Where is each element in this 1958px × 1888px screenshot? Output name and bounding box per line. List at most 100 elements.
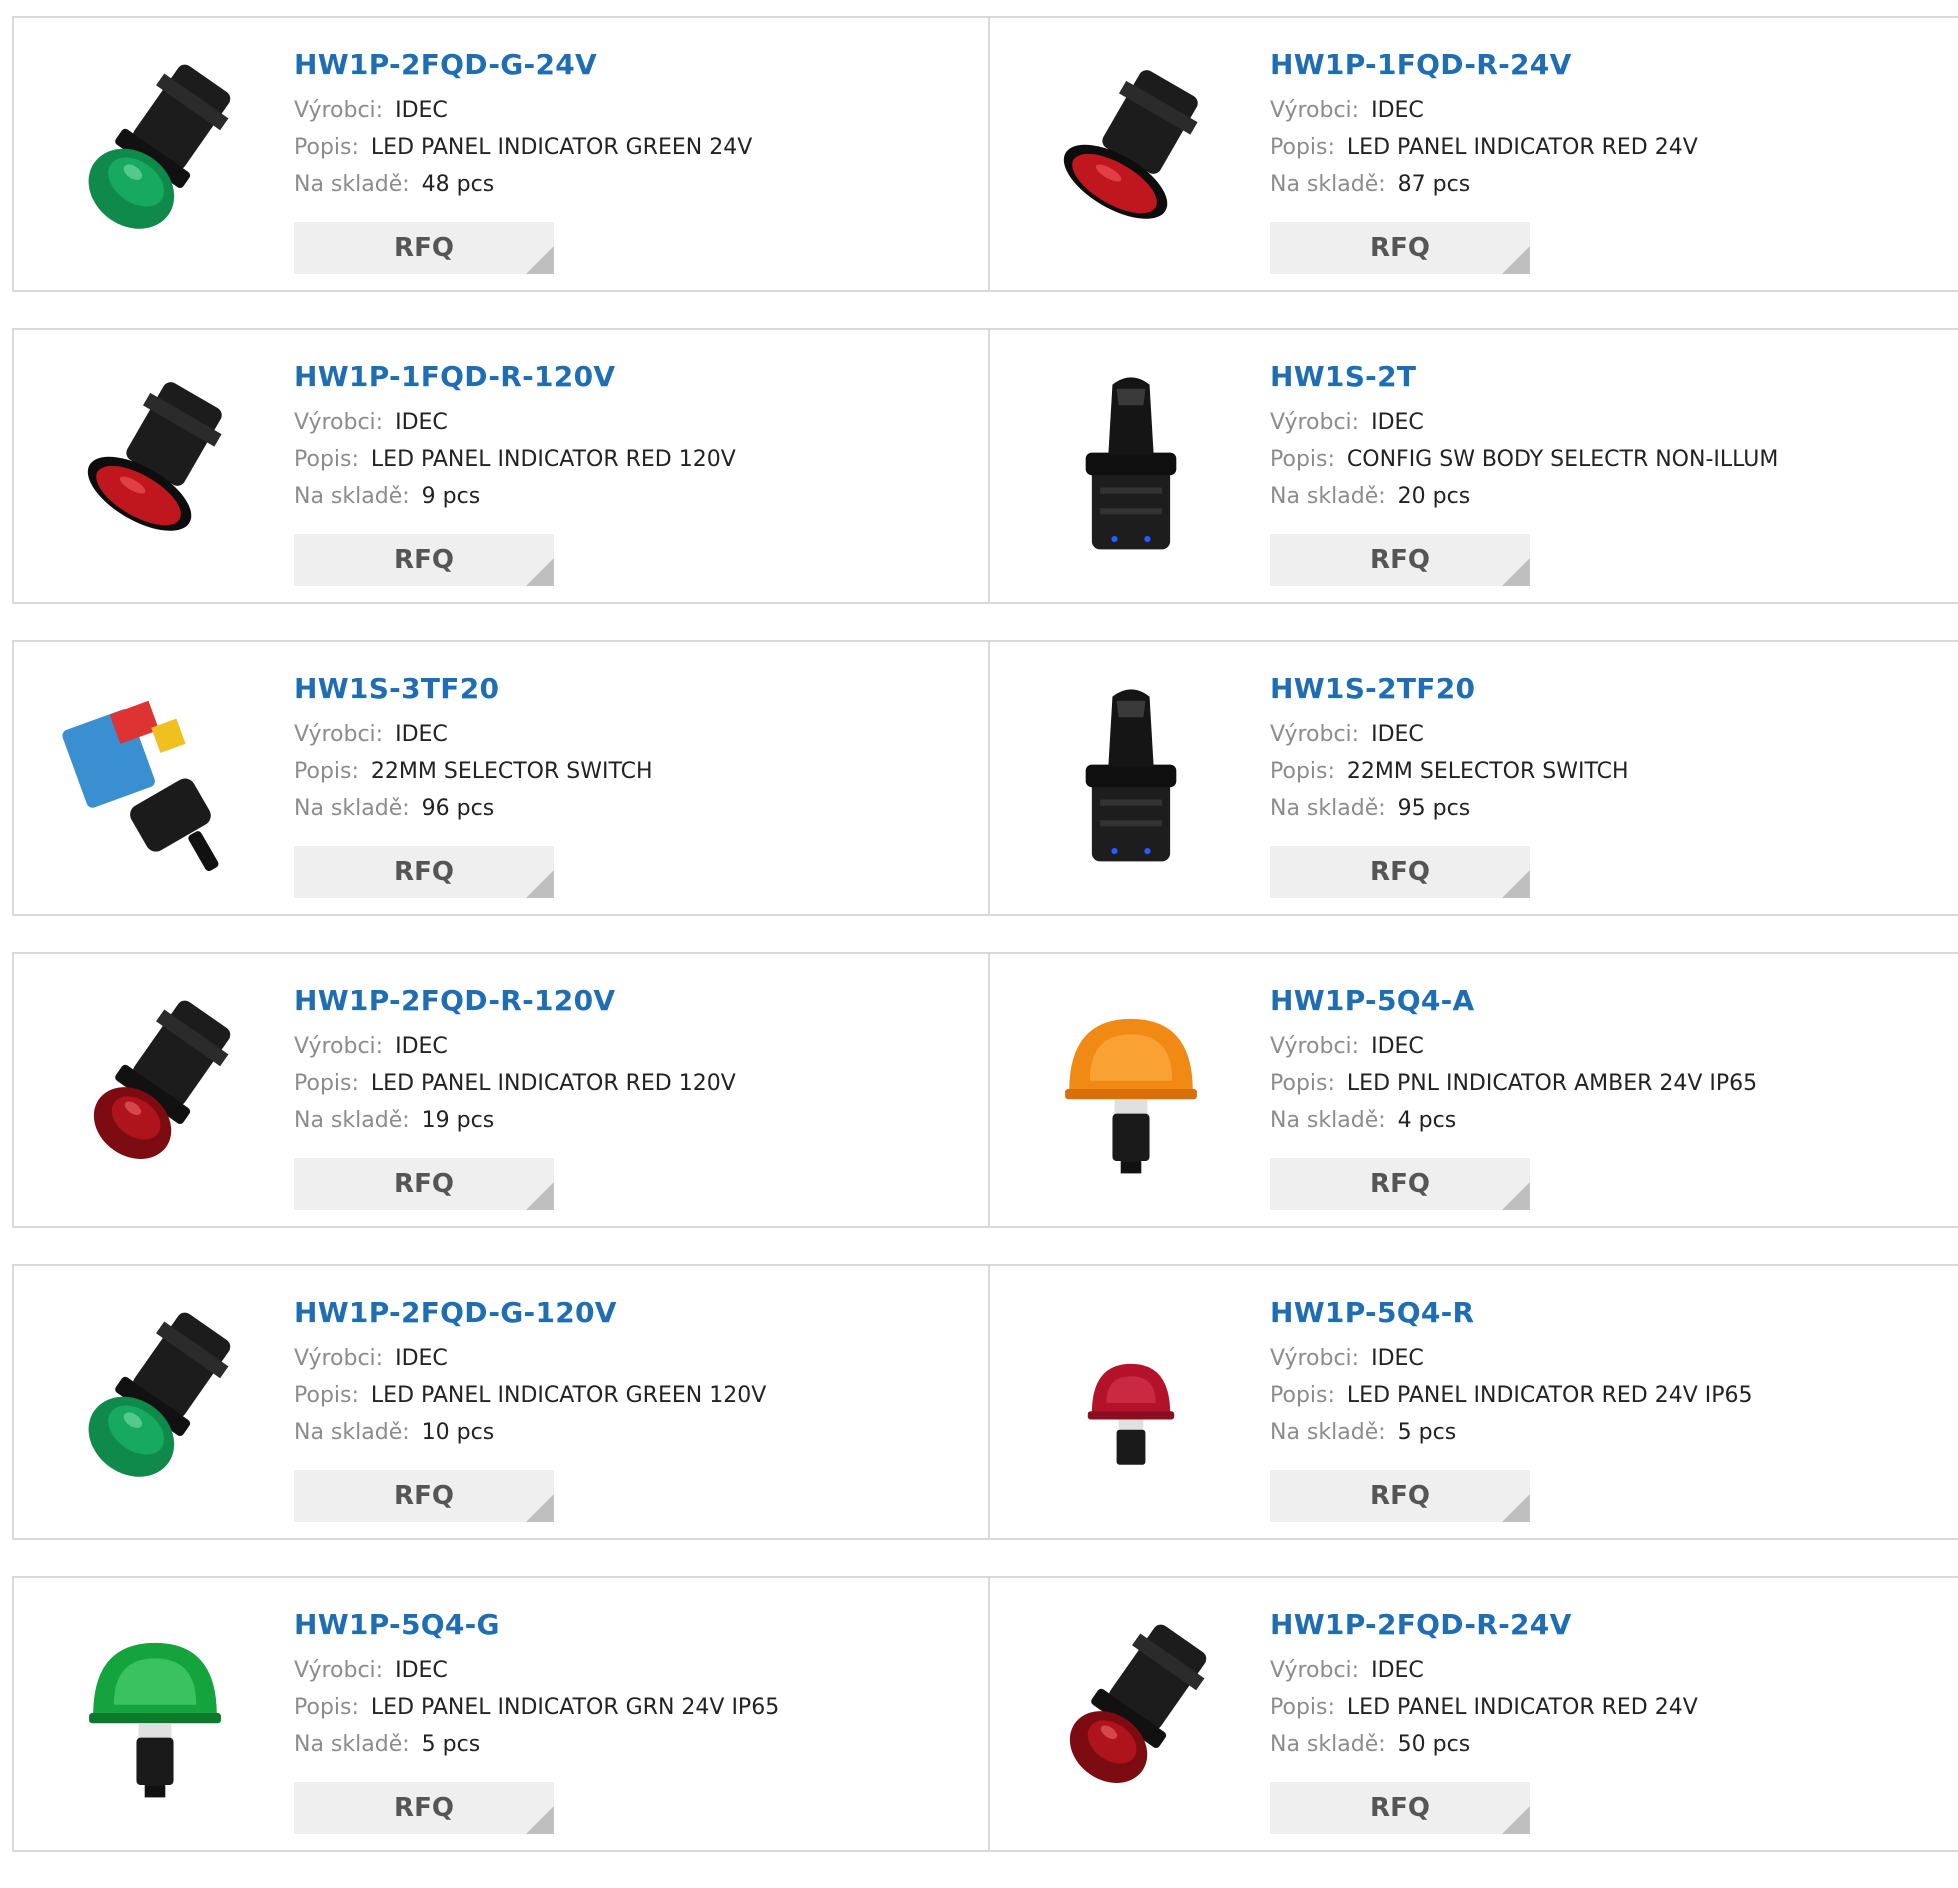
- description-line: Popis: 22MM SELECTOR SWITCH: [1270, 753, 1938, 790]
- product-title-link[interactable]: HW1S-2T: [1270, 360, 1938, 394]
- description-line: Popis: CONFIG SW BODY SELECTR NON-ILLUM: [1270, 441, 1938, 478]
- corner-triangle-icon: [1502, 870, 1530, 898]
- manufacturer-line: Výrobci: IDEC: [1270, 1028, 1938, 1065]
- red-flat-indicator-icon[interactable]: [1028, 52, 1234, 258]
- stock-line: Na skladě: 9 pcs: [294, 478, 968, 515]
- stock-value: 20 pcs: [1397, 484, 1471, 509]
- product-info: HW1S-3TF20 Výrobci: IDEC Popis: 22MM SELEC…: [294, 672, 968, 827]
- stock-label: Na skladě:: [1270, 484, 1386, 509]
- rfq-button[interactable]: RFQ: [294, 534, 554, 586]
- manufacturer-label: Výrobci:: [1270, 1658, 1360, 1683]
- manufacturer-value: IDEC: [395, 98, 448, 123]
- stock-line: Na skladě: 95 pcs: [1270, 790, 1938, 827]
- manufacturer-value: IDEC: [1371, 1658, 1424, 1683]
- manufacturer-value: IDEC: [395, 722, 448, 747]
- stock-label: Na skladě:: [1270, 1420, 1386, 1445]
- description-value: CONFIG SW BODY SELECTR NON-ILLUM: [1346, 447, 1779, 472]
- description-value: LED PANEL INDICATOR RED 24V: [1346, 1695, 1698, 1720]
- description-value: LED PANEL INDICATOR GREEN 24V: [370, 135, 753, 160]
- product-row: HW1P-2FQD-G-24V Výrobci: IDEC Popis: LED P…: [12, 16, 1958, 292]
- description-value: LED PANEL INDICATOR RED 120V: [370, 447, 736, 472]
- selector-switch-assembly-icon[interactable]: [52, 676, 258, 882]
- stock-label: Na skladě:: [1270, 1108, 1386, 1133]
- rfq-button[interactable]: RFQ: [1270, 534, 1530, 586]
- product-card: HW1P-5Q4-G Výrobci: IDEC Popis: LED PANEL …: [12, 1578, 990, 1850]
- stock-label: Na skladě:: [294, 796, 410, 821]
- product-title-link[interactable]: HW1P-1FQD-R-120V: [294, 360, 968, 394]
- stock-label: Na skladě:: [294, 1732, 410, 1757]
- stock-line: Na skladě: 96 pcs: [294, 790, 968, 827]
- description-value: 22MM SELECTOR SWITCH: [370, 759, 653, 784]
- corner-triangle-icon: [526, 246, 554, 274]
- product-title-link[interactable]: HW1P-2FQD-R-24V: [1270, 1608, 1938, 1642]
- stock-line: Na skladě: 87 pcs: [1270, 166, 1938, 203]
- rfq-button[interactable]: RFQ: [1270, 1158, 1530, 1210]
- red-dome-indicator-icon[interactable]: [52, 988, 258, 1194]
- product-title-link[interactable]: HW1P-5Q4-G: [294, 1608, 968, 1642]
- product-title-link[interactable]: HW1P-5Q4-A: [1270, 984, 1938, 1018]
- stock-line: Na skladě: 4 pcs: [1270, 1102, 1938, 1139]
- manufacturer-value: IDEC: [1371, 410, 1424, 435]
- description-line: Popis: LED PANEL INDICATOR RED 24V: [1270, 1689, 1938, 1726]
- description-line: Popis: LED PNL INDICATOR AMBER 24V IP65: [1270, 1065, 1938, 1102]
- rfq-button[interactable]: RFQ: [294, 1782, 554, 1834]
- amber-beacon-icon[interactable]: [1028, 988, 1234, 1194]
- product-title-link[interactable]: HW1P-2FQD-R-120V: [294, 984, 968, 1018]
- red-flat-indicator-icon[interactable]: [52, 364, 258, 570]
- rfq-label: RFQ: [394, 233, 454, 263]
- stock-value: 50 pcs: [1397, 1732, 1471, 1757]
- manufacturer-value: IDEC: [1371, 98, 1424, 123]
- red-beacon-icon[interactable]: [1028, 1300, 1234, 1506]
- description-value: LED PANEL INDICATOR GRN 24V IP65: [370, 1695, 780, 1720]
- green-dome-indicator-icon[interactable]: [52, 1300, 258, 1506]
- product-info: HW1P-2FQD-G-24V Výrobci: IDEC Popis: LED P…: [294, 48, 968, 203]
- red-dome-indicator-icon[interactable]: [1028, 1612, 1234, 1818]
- product-title-link[interactable]: HW1S-2TF20: [1270, 672, 1938, 706]
- rfq-button[interactable]: RFQ: [294, 1158, 554, 1210]
- description-label: Popis:: [294, 759, 359, 784]
- manufacturer-line: Výrobci: IDEC: [1270, 1340, 1938, 1377]
- manufacturer-value: IDEC: [1371, 1346, 1424, 1371]
- rfq-label: RFQ: [394, 545, 454, 575]
- rfq-button[interactable]: RFQ: [294, 222, 554, 274]
- rfq-button[interactable]: RFQ: [1270, 1782, 1530, 1834]
- stock-line: Na skladě: 50 pcs: [1270, 1726, 1938, 1763]
- manufacturer-line: Výrobci: IDEC: [1270, 92, 1938, 129]
- manufacturer-value: IDEC: [1371, 1034, 1424, 1059]
- green-beacon-icon[interactable]: [52, 1612, 258, 1818]
- product-info: HW1S-2TF20 Výrobci: IDEC Popis: 22MM SELEC…: [1270, 672, 1938, 827]
- manufacturer-label: Výrobci:: [294, 1658, 384, 1683]
- stock-label: Na skladě:: [1270, 796, 1386, 821]
- rfq-button[interactable]: RFQ: [294, 1470, 554, 1522]
- stock-value: 96 pcs: [421, 796, 495, 821]
- product-title-link[interactable]: HW1P-1FQD-R-24V: [1270, 48, 1938, 82]
- product-title-link[interactable]: HW1P-5Q4-R: [1270, 1296, 1938, 1330]
- stock-label: Na skladě:: [294, 172, 410, 197]
- description-label: Popis:: [294, 447, 359, 472]
- rfq-button[interactable]: RFQ: [294, 846, 554, 898]
- corner-triangle-icon: [1502, 246, 1530, 274]
- description-label: Popis:: [294, 1695, 359, 1720]
- product-info: HW1S-2T Výrobci: IDEC Popis: CONFIG SW BOD…: [1270, 360, 1938, 515]
- product-info: HW1P-5Q4-A Výrobci: IDEC Popis: LED PNL IN…: [1270, 984, 1938, 1139]
- product-title-link[interactable]: HW1P-2FQD-G-24V: [294, 48, 968, 82]
- rfq-button[interactable]: RFQ: [1270, 846, 1530, 898]
- stock-value: 48 pcs: [421, 172, 495, 197]
- description-value: LED PANEL INDICATOR RED 24V: [1346, 135, 1698, 160]
- stock-value: 87 pcs: [1397, 172, 1471, 197]
- manufacturer-label: Výrobci:: [294, 1346, 384, 1371]
- rfq-button[interactable]: RFQ: [1270, 222, 1530, 274]
- product-row: HW1P-2FQD-R-120V Výrobci: IDEC Popis: LED …: [12, 952, 1958, 1228]
- selector-switch-icon[interactable]: [1028, 676, 1234, 882]
- selector-switch-icon[interactable]: [1028, 364, 1234, 570]
- stock-line: Na skladě: 19 pcs: [294, 1102, 968, 1139]
- rfq-button[interactable]: RFQ: [1270, 1470, 1530, 1522]
- description-line: Popis: LED PANEL INDICATOR GRN 24V IP65: [294, 1689, 968, 1726]
- description-label: Popis:: [294, 135, 359, 160]
- product-title-link[interactable]: HW1S-3TF20: [294, 672, 968, 706]
- stock-value: 9 pcs: [421, 484, 481, 509]
- stock-value: 5 pcs: [421, 1732, 481, 1757]
- product-title-link[interactable]: HW1P-2FQD-G-120V: [294, 1296, 968, 1330]
- green-dome-indicator-icon[interactable]: [52, 52, 258, 258]
- product-card: HW1P-5Q4-R Výrobci: IDEC Popis: LED PANEL …: [990, 1266, 1958, 1538]
